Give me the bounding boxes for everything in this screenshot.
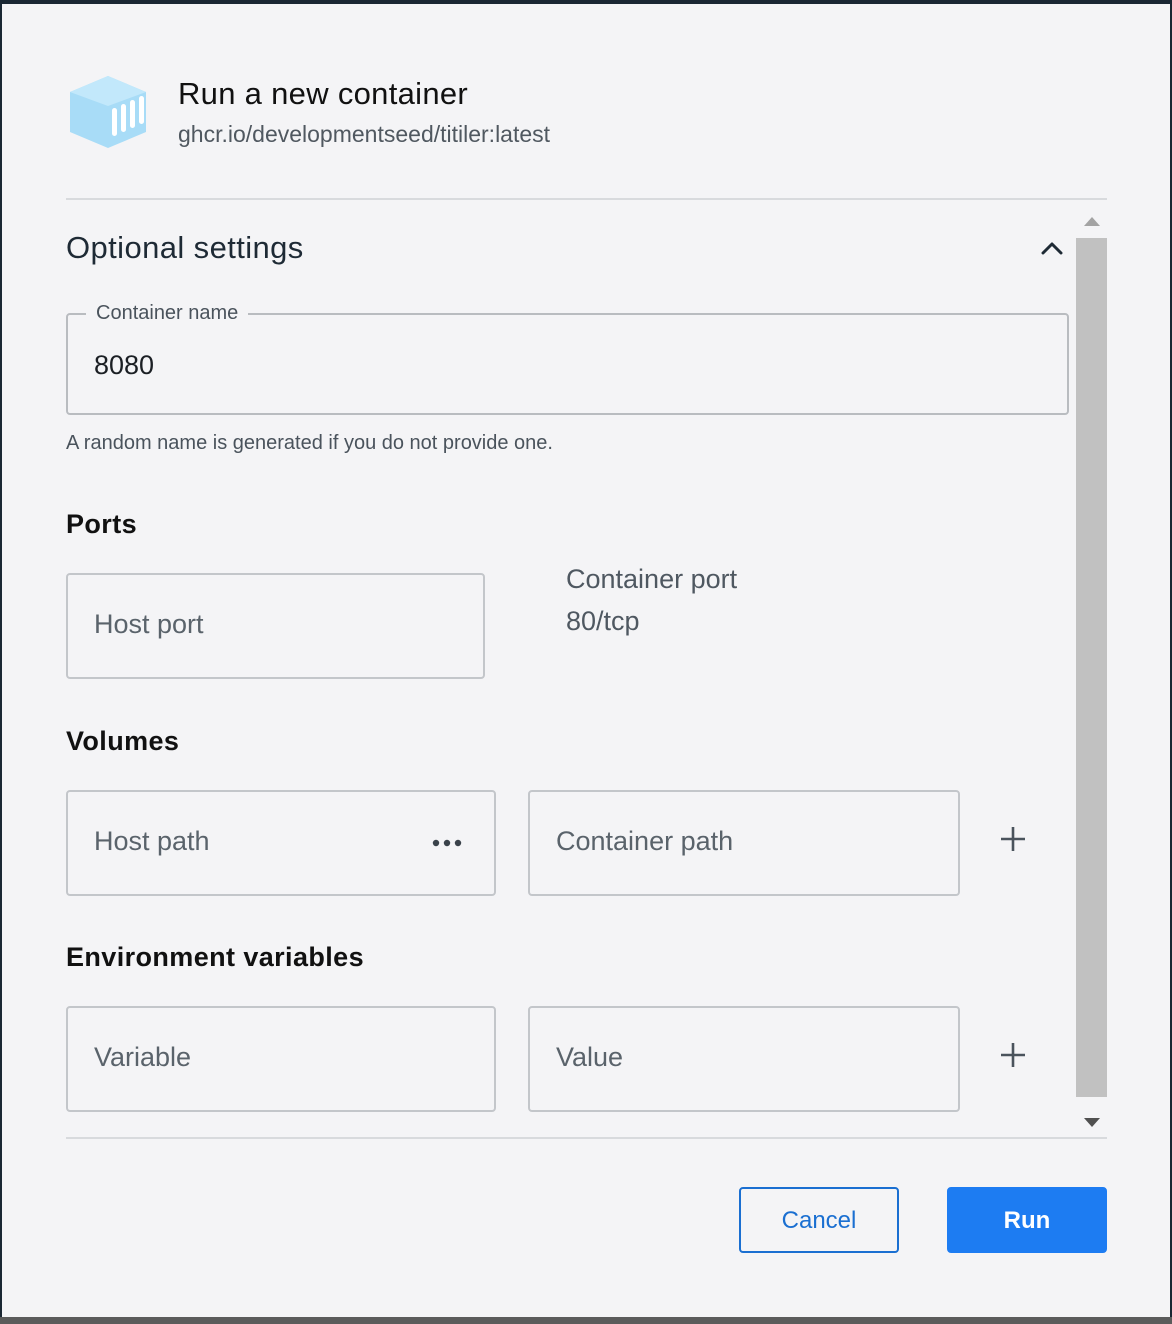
value-placeholder: Value [556,1042,624,1072]
scrollbar-thumb[interactable] [1076,238,1107,1097]
container-port-value: 80/tcp [566,606,640,636]
add-env-var-plus-icon[interactable] [1000,1042,1026,1068]
dialog-title: Run a new container [178,76,469,111]
host-path-input[interactable]: Host path [66,790,496,896]
cancel-button[interactable]: Cancel [739,1187,899,1253]
add-volume-plus-icon[interactable] [1000,826,1026,852]
run-container-dialog: Run a new container ghcr.io/developments… [2,4,1170,1317]
variable-placeholder: Variable [94,1042,192,1072]
window-bottom-edge [0,1317,1172,1324]
volumes-heading: Volumes [66,726,180,756]
container-name-helper: A random name is generated if you do not… [66,432,553,454]
scroll-up-arrow-icon[interactable] [1084,216,1100,226]
container-name-label: Container name [86,302,249,325]
chevron-up-icon[interactable] [1038,236,1066,260]
host-port-input[interactable]: Host port [66,573,485,679]
host-port-placeholder: Host port [94,609,204,639]
container-path-input[interactable]: Container path [528,790,960,896]
container-name-field[interactable]: Container name 8080 [66,302,1069,415]
container-icon [70,76,146,148]
value-input[interactable]: Value [528,1006,960,1112]
more-dots-icon[interactable] [432,839,462,847]
host-path-placeholder: Host path [94,826,210,856]
variable-input[interactable]: Variable [66,1006,496,1112]
container-path-placeholder: Container path [556,826,734,856]
scroll-down-arrow-icon[interactable] [1084,1118,1100,1128]
run-button[interactable]: Run [947,1187,1107,1253]
container-port-label: Container port [566,564,738,594]
settings-scroll-area[interactable]: Optional settings Container name 8080 A … [66,200,1107,1137]
footer-divider [66,1137,1107,1139]
image-name: ghcr.io/developmentseed/titiler:latest [178,121,551,147]
vertical-scrollbar[interactable] [1076,208,1107,1137]
container-name-value[interactable]: 8080 [94,350,154,381]
optional-settings-title: Optional settings [66,230,304,265]
ports-heading: Ports [66,509,138,539]
environment-variables-heading: Environment variables [66,942,365,972]
